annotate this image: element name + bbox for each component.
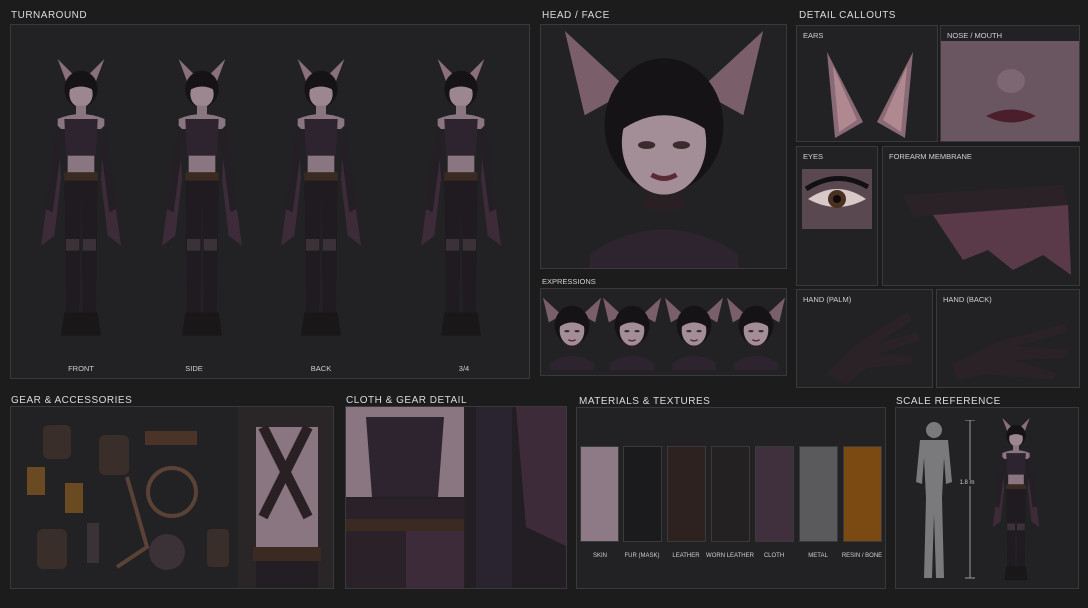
- swatch-fur: [623, 446, 662, 542]
- swatch-label-metal: METAL: [808, 553, 828, 559]
- swatch-metal: [799, 446, 838, 542]
- view-label-front: FRONT: [68, 364, 94, 373]
- cloth-panel: [345, 406, 567, 589]
- cloth-top-closeup: [346, 407, 464, 497]
- expressions-panel: [540, 288, 787, 376]
- forearm-membrane-label: FOREARM MEMBRANE: [889, 152, 972, 161]
- eyes-callout: EYES: [796, 146, 878, 286]
- expression-4: [727, 297, 785, 371]
- swatch-resin-bone: [843, 446, 882, 542]
- human-scale-figure: [916, 422, 952, 578]
- head-portrait: [564, 31, 764, 269]
- gear-back-closeup: [238, 407, 333, 588]
- swatch-worn-leather: [711, 446, 750, 542]
- detail-callouts-title: DETAIL CALLOUTS: [799, 10, 896, 21]
- gear-panel: [10, 406, 334, 589]
- expressions-title: EXPRESSIONS: [542, 277, 596, 286]
- hand-back-image: [953, 324, 1069, 380]
- view-label-three-quarter: 3/4: [458, 364, 470, 373]
- swatch-label-cloth: CLOTH: [763, 553, 785, 559]
- back-view-figure: [281, 59, 361, 336]
- hand-palm-callout: HAND (PALM): [796, 289, 933, 388]
- character-scale-figure: [992, 417, 1040, 581]
- nose-mouth-image: [941, 41, 1079, 141]
- cloth-leg-closeup: [466, 407, 566, 588]
- hand-palm-label: HAND (PALM): [803, 295, 852, 304]
- expression-3: [665, 297, 723, 371]
- gear-items: [27, 425, 229, 570]
- front-view-figure: [41, 59, 121, 336]
- head-face-title: HEAD / FACE: [542, 10, 610, 21]
- head-face-panel: [540, 24, 787, 269]
- eye-image: [802, 169, 872, 229]
- ears-label: EARS: [803, 31, 824, 40]
- turnaround-panel: FRONT SIDE BACK 3/4: [10, 24, 530, 379]
- swatch-skin: [580, 446, 619, 542]
- swatch-label-worn-leather: WORN LEATHER: [706, 553, 754, 559]
- forearm-membrane-callout: FOREARM MEMBRANE: [882, 146, 1080, 286]
- expression-1: [543, 297, 601, 371]
- swatch-leather: [667, 446, 706, 542]
- scale-title: SCALE REFERENCE: [896, 396, 1001, 407]
- eyes-label: EYES: [803, 152, 824, 161]
- hand-back-callout: HAND (BACK): [936, 289, 1080, 388]
- ears-callout: EARS: [796, 25, 938, 142]
- three-quarter-view-figure: [421, 59, 501, 336]
- swatch-label-fur: FUR (MASK): [624, 553, 660, 559]
- view-label-back: BACK: [310, 364, 332, 373]
- swatch-cloth: [755, 446, 794, 542]
- turnaround-title: TURNAROUND: [11, 10, 88, 21]
- view-label-side: SIDE: [185, 364, 203, 373]
- cloth-belt-closeup: [346, 499, 464, 588]
- swatch-label-resin-bone: RESIN / BONE: [841, 553, 883, 559]
- swatch-label-leather: LEATHER: [672, 553, 700, 559]
- cloth-title: CLOTH & GEAR DETAIL: [346, 395, 468, 406]
- nose-mouth-callout: NOSE / MOUTH: [940, 25, 1080, 142]
- forearm-membrane-image: [903, 185, 1071, 275]
- gear-title: GEAR & ACCESSORIES: [11, 395, 133, 406]
- scale-ruler: [965, 420, 975, 579]
- materials-title: MATERIALS & TEXTURES: [579, 396, 711, 407]
- scale-height-label: 1.8 m: [952, 480, 982, 486]
- side-view-figure: [162, 59, 242, 336]
- scale-panel: 1.8 m: [895, 407, 1079, 589]
- nose-mouth-label: NOSE / MOUTH: [947, 31, 1003, 40]
- ears-image: [827, 52, 913, 138]
- hand-back-label: HAND (BACK): [943, 295, 992, 304]
- hand-palm-image: [827, 312, 919, 384]
- expression-2: [603, 297, 661, 371]
